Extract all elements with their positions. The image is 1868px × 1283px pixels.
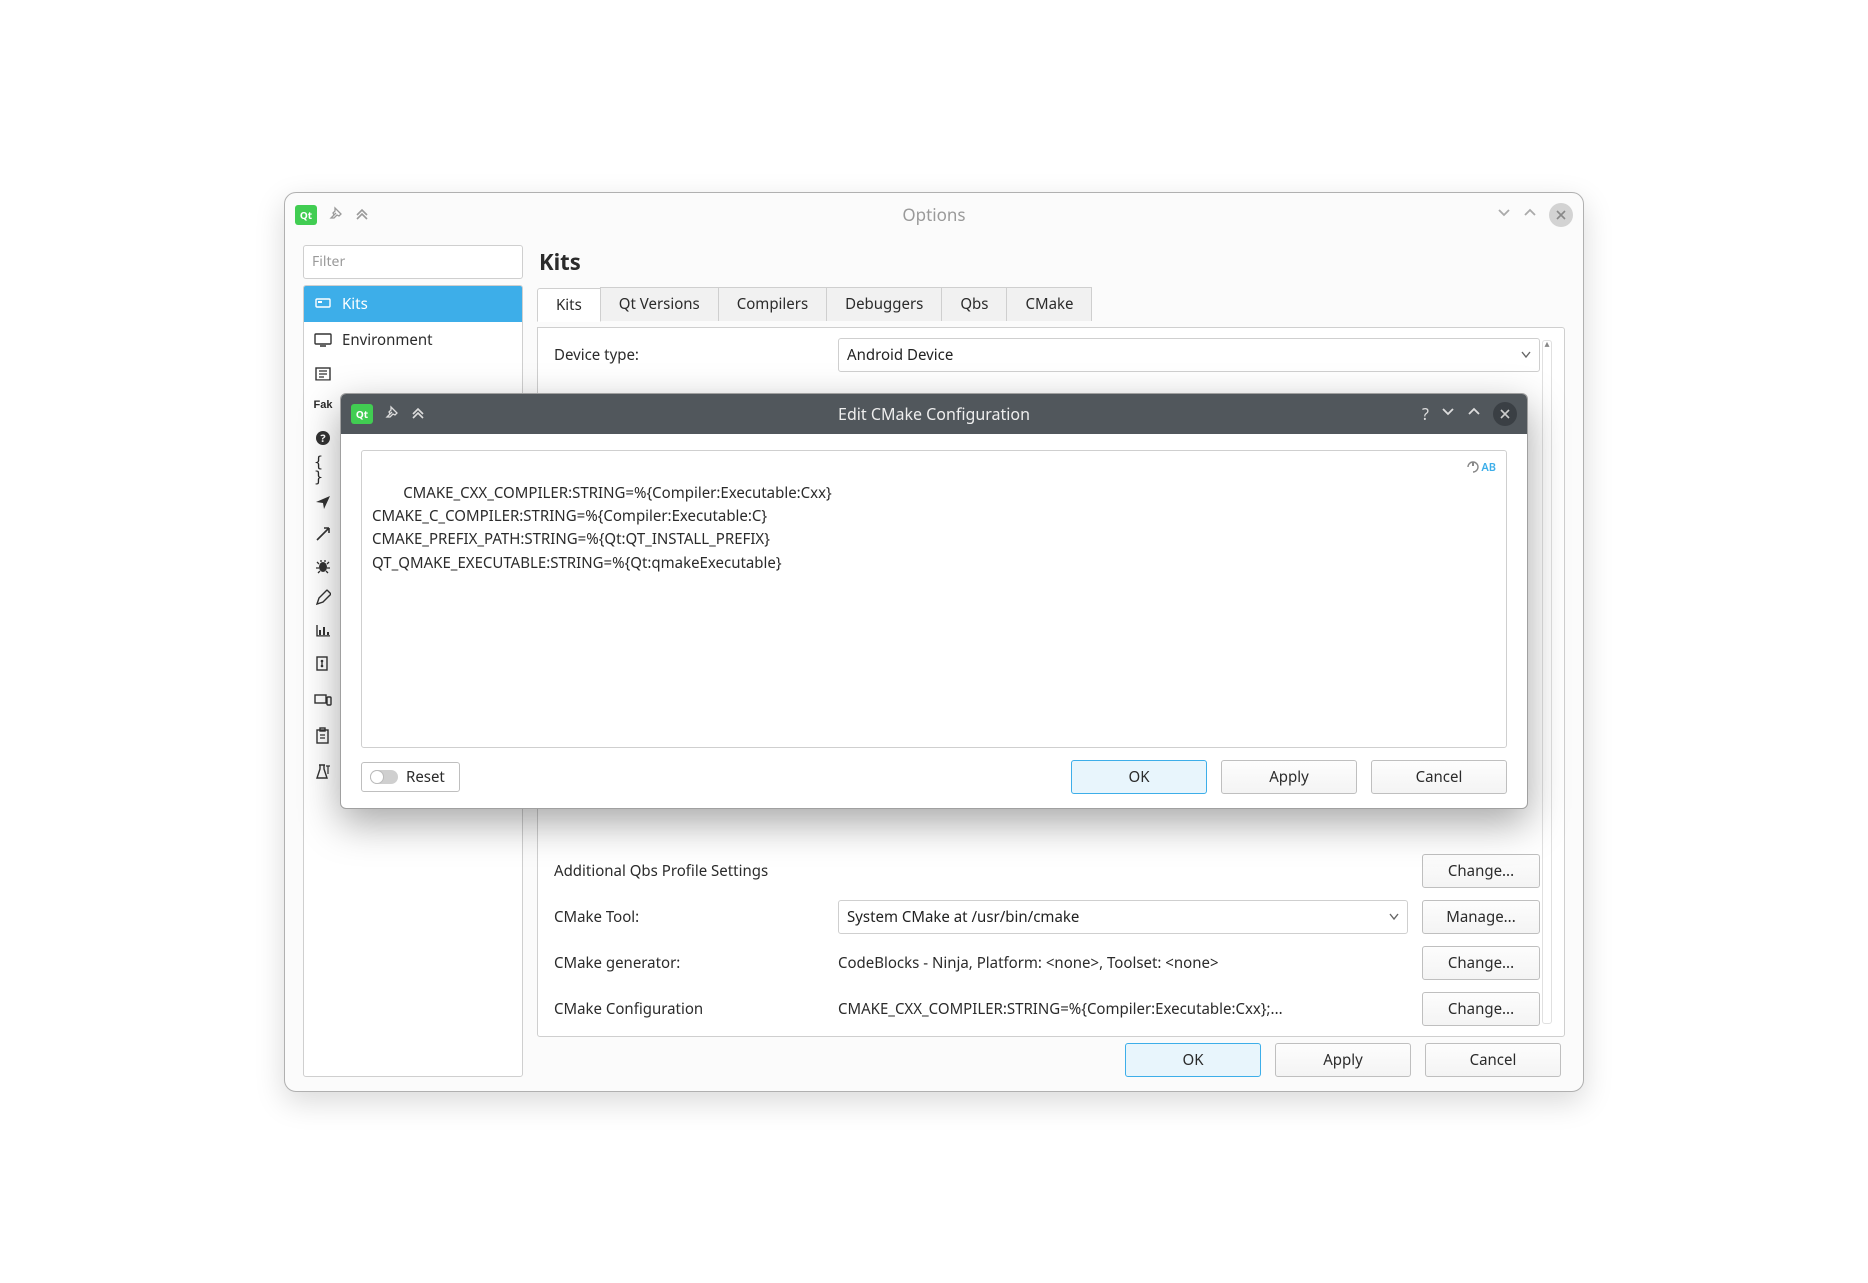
cmake-tool-combo[interactable]: System CMake at /usr/bin/cmake [838, 900, 1408, 934]
page-title: Kits [539, 247, 1565, 277]
kits-icon [314, 296, 332, 312]
cancel-button[interactable]: Cancel [1425, 1043, 1561, 1077]
modal-cancel-button[interactable]: Cancel [1371, 760, 1507, 794]
fakevim-icon: Fak [314, 398, 332, 414]
pin-icon[interactable] [385, 404, 399, 424]
titlebar: Qt Options [285, 193, 1583, 237]
devices-icon [314, 692, 332, 708]
clipboard-icon [314, 728, 332, 744]
chevron-double-up-icon[interactable] [411, 404, 425, 424]
device-type-value: Android Device [847, 345, 953, 365]
apply-button[interactable]: Apply [1275, 1043, 1411, 1077]
qbs-change-button[interactable]: Change... [1422, 854, 1540, 888]
tab-compilers[interactable]: Compilers [718, 287, 827, 321]
tab-kits[interactable]: Kits [537, 288, 601, 322]
cmake-config-editor[interactable]: CMAKE_CXX_COMPILER:STRING=%{Compiler:Exe… [361, 450, 1507, 748]
help-icon[interactable]: ? [1422, 403, 1429, 425]
qt-logo-icon: Qt [295, 205, 317, 225]
edit-cmake-dialog: Qt Edit CMake Configuration ? CMAKE_CXX_… [340, 393, 1528, 809]
variable-chooser-icon[interactable]: AB [1467, 459, 1496, 476]
cmake-conf-label: CMake Configuration [548, 999, 824, 1019]
tab-debuggers[interactable]: Debuggers [826, 287, 942, 321]
tab-cmake[interactable]: CMake [1006, 287, 1092, 321]
chevron-down-icon[interactable] [1497, 205, 1511, 225]
switch-icon [370, 770, 398, 784]
sidebar-item-hidden-1[interactable] [304, 358, 522, 390]
pencil-icon [314, 590, 332, 606]
modal-apply-button[interactable]: Apply [1221, 760, 1357, 794]
pin-icon[interactable] [329, 205, 343, 225]
sidebar-item-label: Environment [342, 330, 433, 350]
chevron-up-icon[interactable] [1467, 404, 1481, 424]
sidebar-item-label: Kits [342, 294, 368, 314]
filter-input[interactable]: Filter [303, 245, 523, 279]
modal-title: Edit CMake Configuration [341, 403, 1527, 425]
sidebar-item-environment[interactable]: Environment [304, 322, 522, 358]
git-icon [314, 656, 332, 672]
device-type-label: Device type: [548, 345, 824, 365]
chevron-up-icon[interactable] [1523, 205, 1537, 225]
qbs-profile-label: Additional Qbs Profile Settings [548, 861, 824, 881]
modal-ok-button[interactable]: OK [1071, 760, 1207, 794]
braces-icon: { } [314, 462, 332, 478]
monitor-icon [314, 332, 332, 348]
cmake-tool-manage-button[interactable]: Manage... [1422, 900, 1540, 934]
bug-icon [314, 558, 332, 574]
reset-label: Reset [406, 767, 445, 787]
cmake-gen-label: CMake generator: [548, 953, 824, 973]
cmake-gen-change-button[interactable]: Change... [1422, 946, 1540, 980]
flask-icon [314, 764, 332, 780]
cmake-gen-value: CodeBlocks - Ninja, Platform: <none>, To… [838, 953, 1408, 973]
help-icon: ? [314, 430, 332, 446]
scrollbar[interactable] [1540, 338, 1554, 1026]
plane-icon [314, 494, 332, 510]
chevron-down-icon[interactable] [1441, 404, 1455, 424]
close-icon[interactable] [1549, 203, 1573, 227]
qt-logo-icon: Qt [351, 404, 373, 424]
editor-text: CMAKE_CXX_COMPILER:STRING=%{Compiler:Exe… [372, 483, 832, 573]
cmake-conf-change-button[interactable]: Change... [1422, 992, 1540, 1026]
chevron-double-up-icon[interactable] [355, 205, 369, 225]
reset-toggle[interactable]: Reset [361, 762, 460, 792]
device-type-combo[interactable]: Android Device [838, 338, 1540, 372]
cmake-tool-value: System CMake at /usr/bin/cmake [847, 907, 1079, 927]
ok-button[interactable]: OK [1125, 1043, 1261, 1077]
tab-qt-versions[interactable]: Qt Versions [600, 287, 719, 321]
cmake-conf-value: CMAKE_CXX_COMPILER:STRING=%{Compiler:Exe… [838, 999, 1408, 1019]
window-title: Options [285, 203, 1583, 226]
text-editor-icon [314, 366, 332, 382]
tabs: Kits Qt Versions Compilers Debuggers Qbs… [537, 287, 1565, 321]
chevron-down-icon [1389, 907, 1399, 927]
chart-icon [314, 622, 332, 638]
cmake-tool-label: CMake Tool: [548, 907, 824, 927]
chevron-down-icon [1521, 345, 1531, 365]
dialog-buttons: OK Apply Cancel [537, 1043, 1565, 1077]
close-icon[interactable] [1493, 402, 1517, 426]
arrow-icon [314, 526, 332, 542]
sidebar-item-kits[interactable]: Kits [304, 286, 522, 322]
tab-qbs[interactable]: Qbs [941, 287, 1007, 321]
svg-text:?: ? [320, 431, 326, 446]
